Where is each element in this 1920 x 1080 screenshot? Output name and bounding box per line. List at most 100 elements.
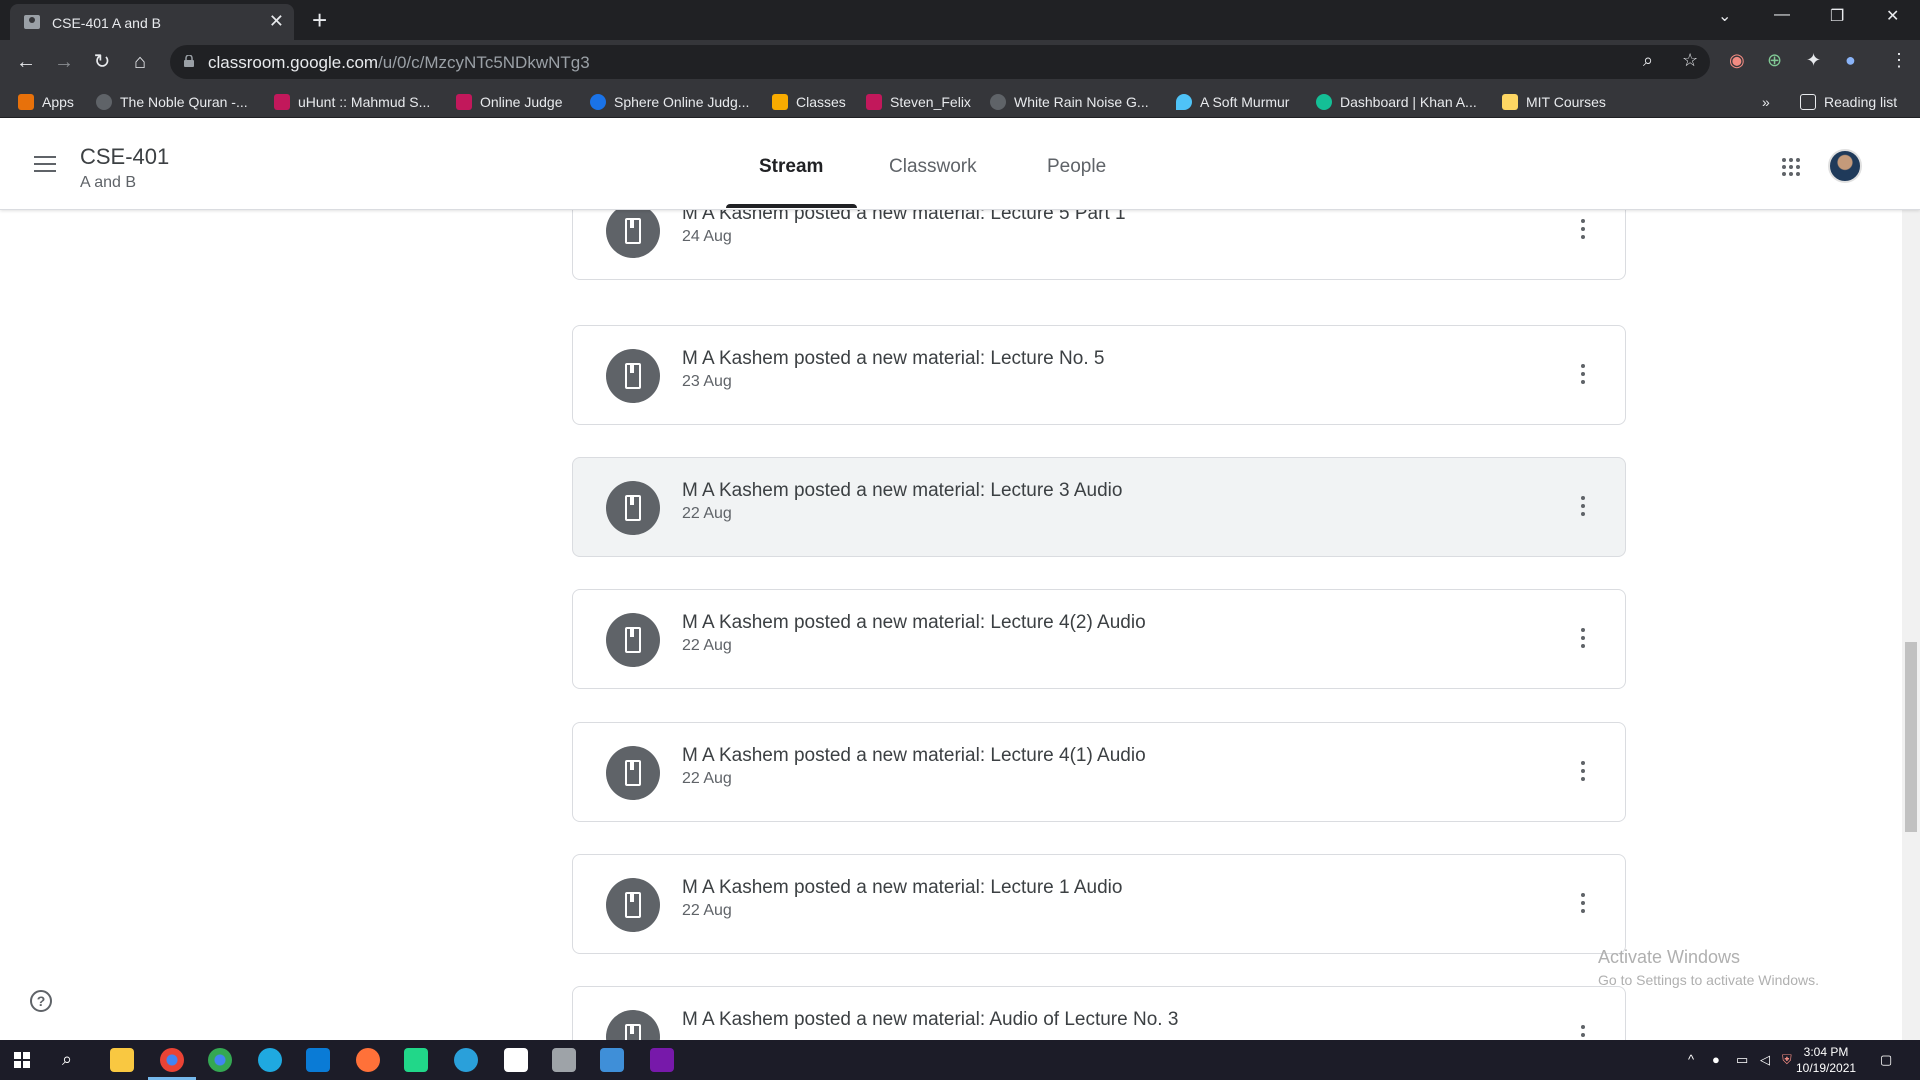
forward-button[interactable]: →: [50, 48, 78, 76]
windows-start-icon[interactable]: [14, 1052, 30, 1068]
profile-icon[interactable]: ●: [1845, 50, 1856, 71]
search-icon[interactable]: ⌕: [62, 1049, 72, 1070]
telegram-icon[interactable]: [454, 1048, 478, 1072]
main-menu-icon[interactable]: [34, 156, 56, 172]
apps-grid-icon: [18, 94, 34, 110]
new-tab-button[interactable]: +: [312, 5, 327, 35]
home-button[interactable]: ⌂: [126, 48, 154, 76]
bookmark-spoj[interactable]: Sphere Online Judg...: [590, 92, 749, 112]
bookmark-label: White Rain Noise G...: [1014, 94, 1149, 110]
language-icon[interactable]: ⛨: [1782, 1052, 1792, 1068]
more-options-icon[interactable]: [1581, 893, 1585, 913]
uva-icon: [866, 94, 882, 110]
stream-item-date: 22 Aug: [682, 505, 732, 522]
material-icon: [606, 878, 660, 932]
tab-search-icon[interactable]: ⌄: [1718, 6, 1731, 26]
avatar[interactable]: [1828, 149, 1862, 183]
more-options-icon[interactable]: [1581, 761, 1585, 781]
stream-item[interactable]: M A Kashem posted a new material: Lectur…: [572, 457, 1626, 557]
chrome-profile-icon[interactable]: [208, 1048, 232, 1072]
help-button[interactable]: ?: [30, 990, 52, 1012]
stream-item[interactable]: M A Kashem posted a new material: Lectur…: [572, 325, 1626, 425]
reading-list-label: Reading list: [1824, 94, 1898, 110]
clock-time: 3:04 PM: [1803, 1045, 1849, 1059]
bookmark-noble-quran[interactable]: The Noble Quran -...: [96, 92, 248, 112]
page-scrollbar[interactable]: [1902, 210, 1920, 1040]
address-bar[interactable]: classroom.google.com/u/0/c/MzcyNTc5NDkwN…: [170, 45, 1710, 79]
stream-item[interactable]: M A Kashem posted a new material: Audio …: [572, 986, 1626, 1040]
material-icon: [606, 746, 660, 800]
back-button[interactable]: ←: [12, 48, 40, 76]
bookmark-soft-murmur[interactable]: A Soft Murmur: [1176, 92, 1289, 112]
stream-item[interactable]: M A Kashem posted a new material: Lectur…: [572, 210, 1626, 280]
clock-date: 10/19/2021: [1796, 1061, 1857, 1075]
file-explorer-icon[interactable]: [110, 1048, 134, 1072]
course-title[interactable]: CSE-401: [80, 144, 169, 170]
url-host: classroom.google.com: [208, 53, 379, 72]
activate-windows-title: Activate Windows: [1598, 947, 1741, 967]
bookmarks-overflow-button[interactable]: »: [1762, 92, 1770, 112]
extensions-puzzle-icon[interactable]: ✦: [1806, 50, 1821, 71]
browser-tab[interactable]: CSE-401 A and B ✕: [10, 4, 294, 40]
bookmark-label: MIT Courses: [1526, 94, 1606, 110]
tab-stream[interactable]: Stream: [759, 156, 823, 178]
active-tab-indicator: [726, 204, 857, 208]
uva-icon: [274, 94, 290, 110]
browser-tab-strip: CSE-401 A and B ✕ + ⌄ — ❐ ✕: [0, 0, 1920, 40]
chrome-icon[interactable]: [148, 1048, 196, 1080]
bookmark-khan-academy[interactable]: Dashboard | Khan A...: [1316, 92, 1477, 112]
more-options-icon[interactable]: [1581, 364, 1585, 384]
bookmark-label: Steven_Felix: [890, 94, 971, 110]
onenote-icon[interactable]: [650, 1048, 674, 1072]
volume-icon[interactable]: ◁: [1760, 1052, 1770, 1068]
notion-icon[interactable]: [504, 1048, 528, 1072]
bookmark-steven-felix[interactable]: Steven_Felix: [866, 92, 971, 112]
stream-item[interactable]: M A Kashem posted a new material: Lectur…: [572, 854, 1626, 954]
more-options-icon[interactable]: [1581, 496, 1585, 516]
taskbar-clock[interactable]: 3:04 PM 10/19/2021: [1796, 1044, 1856, 1076]
more-options-icon[interactable]: [1581, 219, 1585, 239]
bookmark-classes[interactable]: Classes: [772, 92, 846, 112]
calculator-icon[interactable]: [600, 1048, 624, 1072]
bookmark-uhunt[interactable]: uHunt :: Mahmud S...: [274, 92, 430, 112]
close-window-button[interactable]: ✕: [1886, 6, 1899, 26]
bookmark-apps[interactable]: Apps: [18, 92, 74, 112]
stream-item[interactable]: M A Kashem posted a new material: Lectur…: [572, 722, 1626, 822]
zoom-icon[interactable]: ⌕: [1643, 50, 1653, 71]
pycharm-icon[interactable]: [404, 1048, 428, 1072]
reload-button[interactable]: ↻: [88, 48, 116, 76]
reading-list-button[interactable]: Reading list: [1800, 92, 1897, 112]
tab-people[interactable]: People: [1047, 156, 1106, 178]
browser-menu-icon[interactable]: ⋮: [1890, 50, 1908, 71]
scrollbar-thumb[interactable]: [1905, 642, 1917, 832]
edge-icon[interactable]: [258, 1048, 282, 1072]
bookmarks-bar: Apps The Noble Quran -... uHunt :: Mahmu…: [0, 84, 1920, 118]
bookmark-white-rain[interactable]: White Rain Noise G...: [990, 92, 1149, 112]
quran-icon: [96, 94, 112, 110]
bookmark-mit-courses[interactable]: MIT Courses: [1502, 92, 1606, 112]
close-tab-icon[interactable]: ✕: [269, 11, 284, 32]
stream-item[interactable]: M A Kashem posted a new material: Lectur…: [572, 589, 1626, 689]
firefox-icon[interactable]: [356, 1048, 380, 1072]
notifications-icon[interactable]: ▢: [1880, 1052, 1892, 1068]
bookmark-star-icon[interactable]: ☆: [1682, 50, 1698, 71]
stream-item-title: M A Kashem posted a new material: Lectur…: [682, 877, 1123, 898]
restore-window-button[interactable]: ❐: [1830, 6, 1844, 26]
extension-plus-icon[interactable]: ⊕: [1767, 50, 1782, 71]
microphone-icon[interactable]: ●: [1712, 1052, 1720, 1067]
tab-classwork[interactable]: Classwork: [889, 156, 977, 178]
show-hidden-icons-icon[interactable]: ^: [1688, 1052, 1694, 1067]
more-options-icon[interactable]: [1581, 628, 1585, 648]
drive-icon[interactable]: [552, 1048, 576, 1072]
material-icon: [606, 349, 660, 403]
network-icon[interactable]: ▭: [1736, 1052, 1748, 1068]
stream-item-title: M A Kashem posted a new material: Lectur…: [682, 348, 1105, 369]
bookmark-online-judge[interactable]: Online Judge: [456, 92, 563, 112]
extension-glasses-icon[interactable]: ◉: [1729, 50, 1745, 71]
bookmark-label: Dashboard | Khan A...: [1340, 94, 1477, 110]
google-apps-icon[interactable]: [1782, 158, 1800, 176]
spoj-icon: [590, 94, 606, 110]
minimize-window-button[interactable]: —: [1774, 6, 1790, 24]
vscode-icon[interactable]: [306, 1048, 330, 1072]
more-options-icon[interactable]: [1581, 1025, 1585, 1040]
